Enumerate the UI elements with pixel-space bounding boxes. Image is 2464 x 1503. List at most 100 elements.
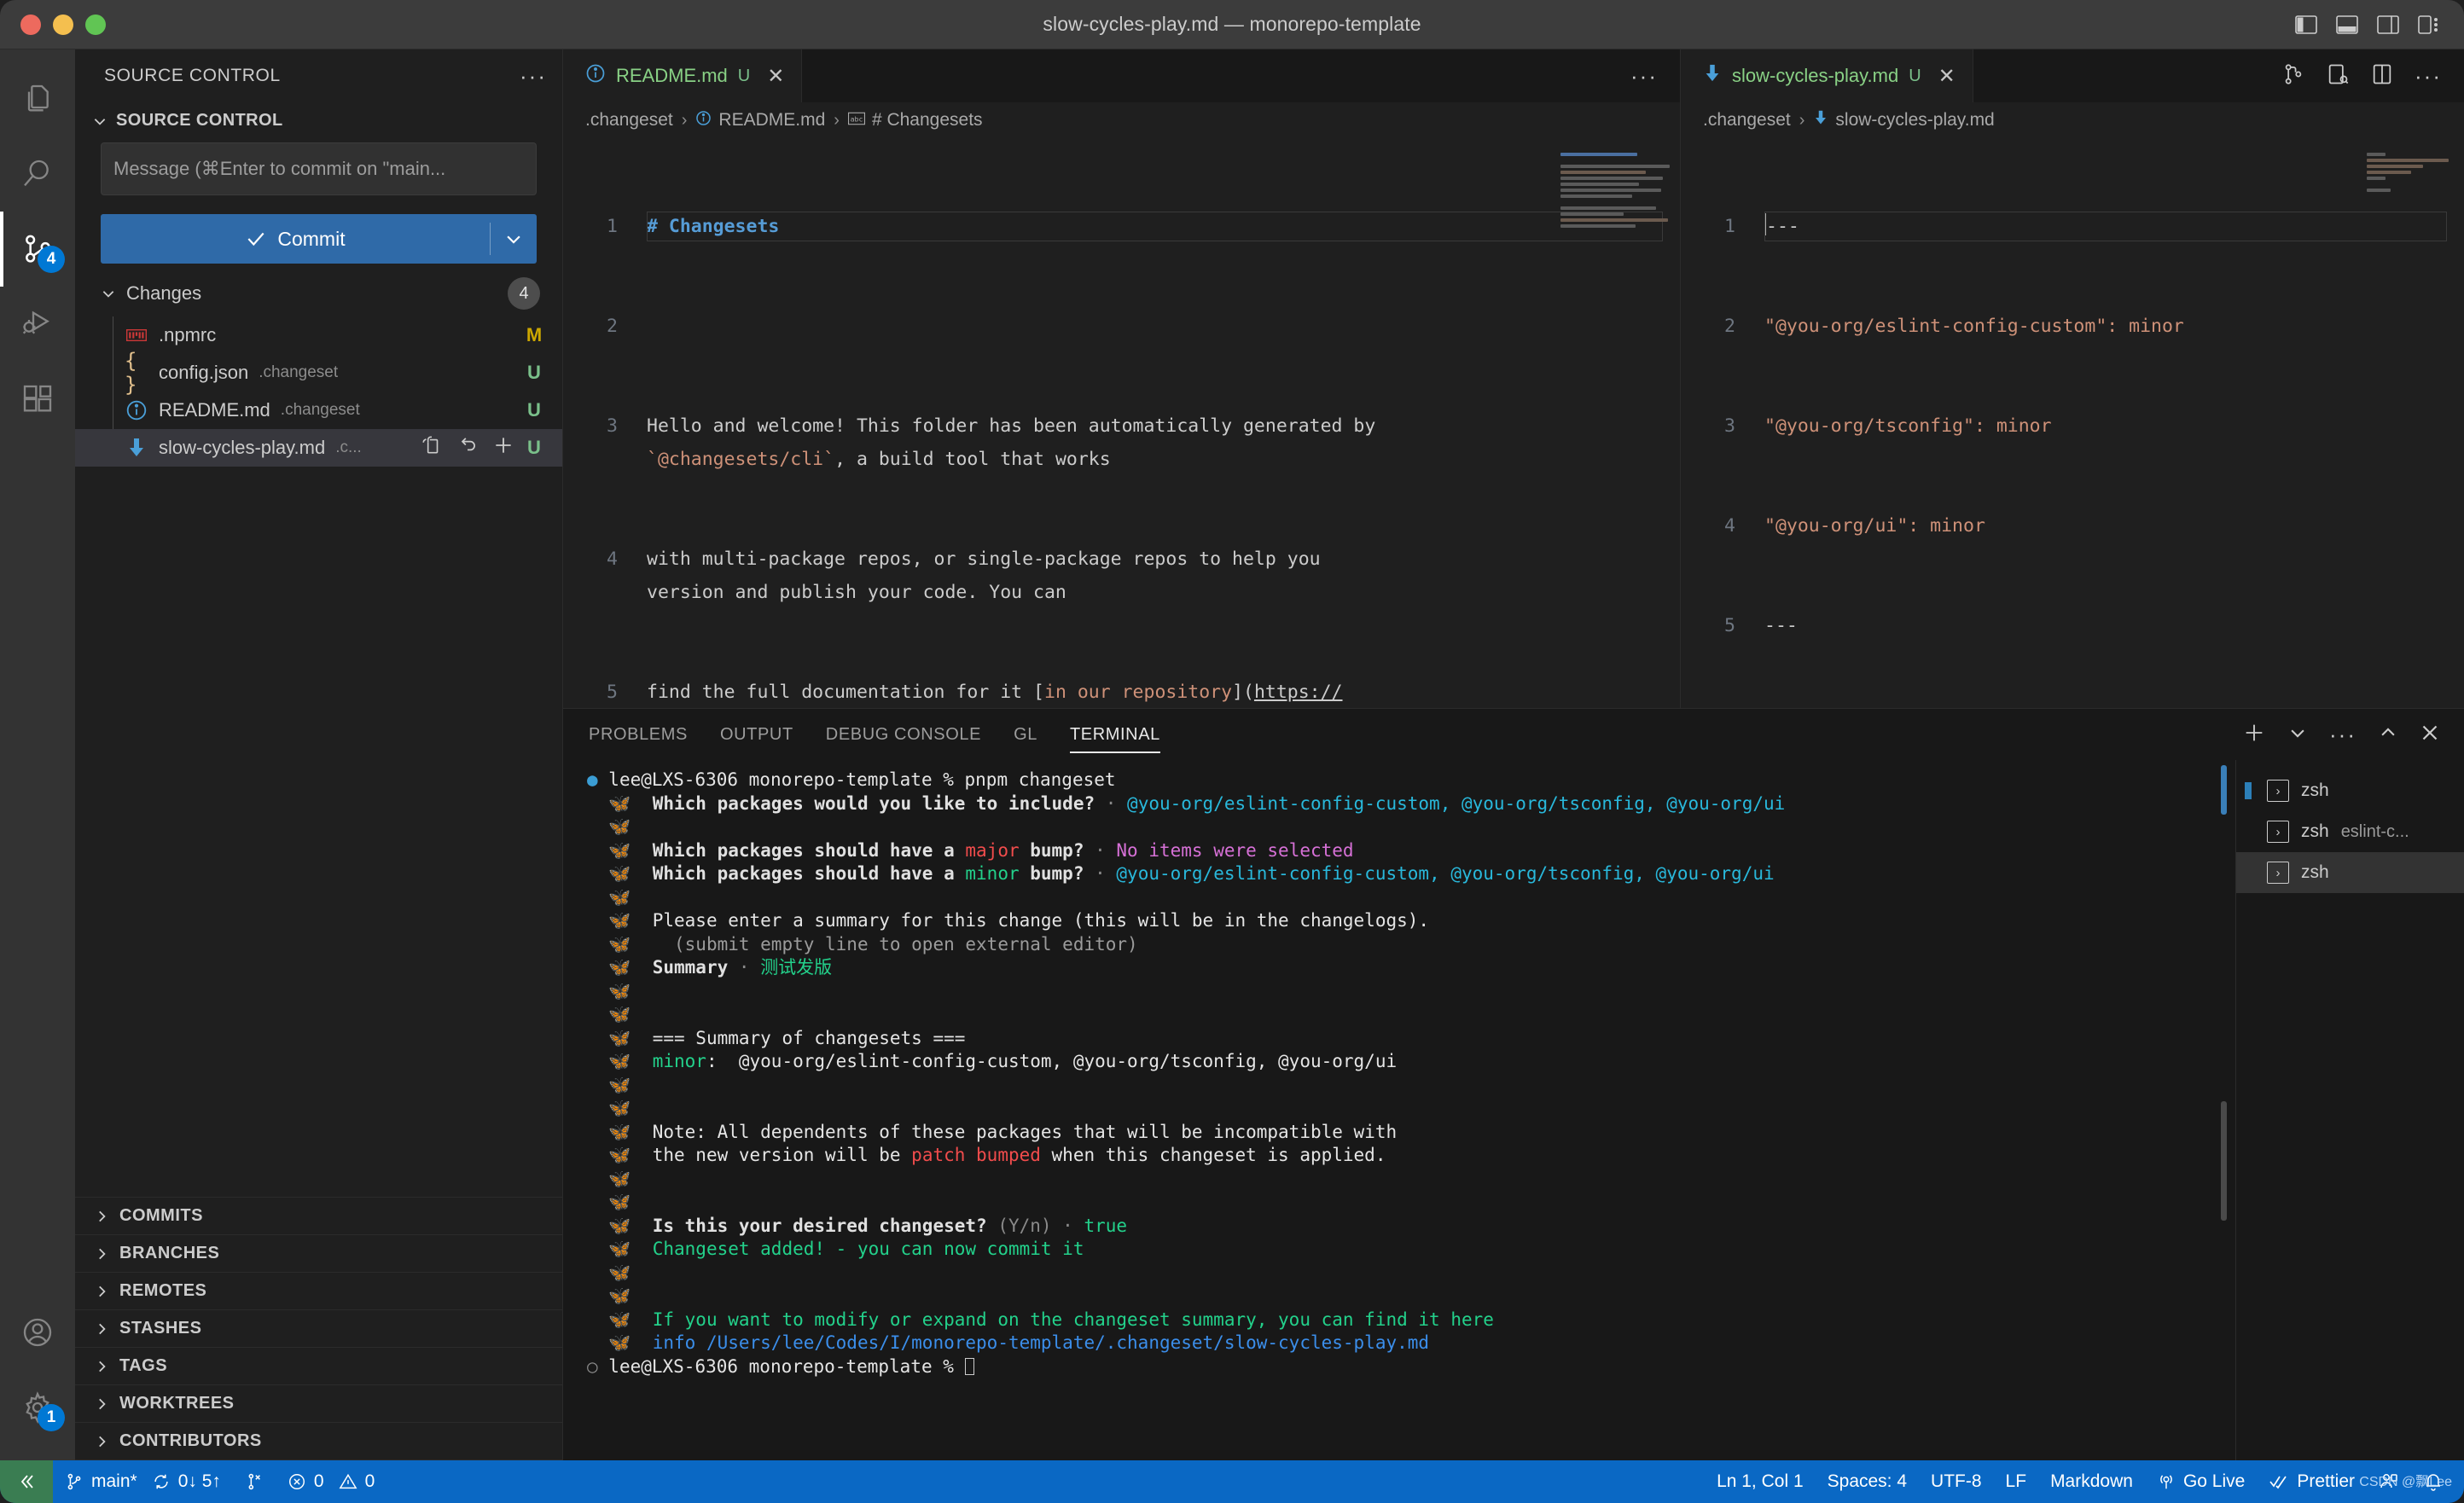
- list-item[interactable]: slow-cycles-play.md .c... U: [75, 429, 562, 467]
- terminal-text: Summary: [652, 957, 729, 978]
- split-editor-right-icon[interactable]: [2370, 62, 2394, 90]
- terminal-tab-item[interactable]: › zsh eslint-c...: [2236, 811, 2464, 852]
- close-icon[interactable]: ✕: [767, 64, 784, 89]
- status-encoding[interactable]: UTF-8: [1919, 1471, 1994, 1492]
- list-item[interactable]: { } config.json .changeset U: [75, 349, 562, 397]
- sidebar-item-worktrees[interactable]: WORKTREES: [75, 1385, 562, 1423]
- status-notifications[interactable]: CSDN @飘Lee: [2359, 1471, 2455, 1492]
- status-language-mode[interactable]: Markdown: [2038, 1471, 2145, 1492]
- more-actions-icon[interactable]: ···: [2415, 65, 2442, 87]
- editor-content-readme[interactable]: 1 # Changesets 2 3 Hello and welcome! This…: [563, 138, 1680, 708]
- toggle-panel-icon[interactable]: [2336, 15, 2358, 34]
- status-indentation[interactable]: Spaces: 4: [1816, 1471, 1919, 1492]
- terminal-tab-item[interactable]: › zsh: [2236, 770, 2464, 811]
- customize-layout-icon[interactable]: [2418, 15, 2440, 34]
- terminal-scrollbar[interactable]: [2221, 765, 2227, 815]
- breadcrumb-item[interactable]: slow-cycles-play.md: [1813, 109, 1995, 131]
- tab-terminal[interactable]: TERMINAL: [1069, 709, 1160, 760]
- terminal-line: 🦋: [587, 1191, 2235, 1215]
- tab-output[interactable]: OUTPUT: [720, 709, 793, 760]
- tab-slow-cycles-play-md[interactable]: slow-cycles-play.md U ✕: [1681, 49, 1973, 102]
- sidebar-more-actions-icon[interactable]: ···: [520, 65, 547, 87]
- main-area: README.md U ✕ ··· .changeset › README.md…: [563, 49, 2464, 1460]
- sidebar-item-source-control[interactable]: 4: [0, 212, 75, 287]
- discard-changes-icon[interactable]: [456, 434, 479, 461]
- terminal-scrollbar-thumb[interactable]: [2221, 1101, 2227, 1221]
- new-terminal-icon[interactable]: [2242, 721, 2266, 749]
- sidebar-item-branches[interactable]: BRANCHES: [75, 1235, 562, 1273]
- commit-button[interactable]: Commit: [101, 214, 490, 264]
- open-changes-icon[interactable]: [421, 434, 443, 461]
- terminal-text: 🦋: [587, 839, 653, 861]
- sidebar-item-tags[interactable]: TAGS: [75, 1348, 562, 1385]
- git-branch-icon: [67, 1473, 81, 1490]
- breadcrumb-item[interactable]: .changeset: [1703, 110, 1791, 131]
- terminal-tab-sublabel: eslint-c...: [2340, 821, 2409, 841]
- breadcrumb-item[interactable]: .changeset: [585, 110, 673, 131]
- terminal-tab-label: zsh: [2301, 781, 2329, 800]
- terminal-text: No items were selected: [1116, 839, 1354, 861]
- list-item[interactable]: README.md .changeset U: [75, 392, 562, 429]
- status-cursor-position[interactable]: Ln 1, Col 1: [1705, 1471, 1816, 1492]
- split-editor-icon[interactable]: [2281, 62, 2305, 90]
- accordion-label: WORKTREES: [119, 1394, 235, 1413]
- sidebar-item-contributors[interactable]: CONTRIBUTORS: [75, 1423, 562, 1460]
- sidebar-item-run-and-debug[interactable]: [0, 287, 75, 362]
- sidebar-item-search[interactable]: [0, 136, 75, 212]
- zoom-window-button[interactable]: [85, 14, 106, 35]
- eol-label: LF: [2005, 1471, 2027, 1491]
- sidebar-item-remotes[interactable]: REMOTES: [75, 1273, 562, 1310]
- status-branch[interactable]: main* 0↓ 5↑: [53, 1460, 233, 1503]
- remote-window-button[interactable]: [0, 1460, 53, 1503]
- tab-debug-console[interactable]: DEBUG CONSOLE: [826, 709, 981, 760]
- sidebar-item-extensions[interactable]: [0, 362, 75, 437]
- breadcrumb: .changeset › README.md › abc # Changeset…: [563, 102, 1680, 138]
- code-line: 1 ---: [1681, 210, 2464, 243]
- status-problems[interactable]: 0 0: [276, 1460, 386, 1503]
- breadcrumb-item[interactable]: README.md: [695, 110, 825, 131]
- more-actions-icon[interactable]: ···: [2329, 723, 2356, 746]
- commit-message-input[interactable]: [101, 142, 537, 195]
- minimap[interactable]: [1552, 145, 1680, 708]
- minimize-window-button[interactable]: [53, 14, 73, 35]
- tab-readme-md[interactable]: README.md U ✕: [563, 49, 803, 102]
- sidebar-item-explorer[interactable]: [0, 61, 75, 136]
- sidebar-item-stashes[interactable]: STASHES: [75, 1310, 562, 1348]
- minimap[interactable]: [2358, 145, 2461, 708]
- changes-header[interactable]: Changes 4: [75, 264, 562, 316]
- editor-content-slow-cycles-play[interactable]: 1 --- 2 "@you-org/eslint-config-custom": m…: [1681, 138, 2464, 708]
- breadcrumb-label: .changeset: [1703, 110, 1791, 130]
- file-directory: .c...: [335, 438, 362, 456]
- language-label: Markdown: [2050, 1471, 2133, 1491]
- status-git-compare[interactable]: [233, 1460, 276, 1503]
- breadcrumb-label: README.md: [718, 110, 826, 130]
- status-bar-right: Ln 1, Col 1 Spaces: 4 UTF-8 LF Markdown …: [1705, 1471, 2464, 1492]
- terminal-text: Which packages should have a: [652, 839, 966, 861]
- open-changes-icon[interactable]: [2326, 62, 2350, 90]
- status-go-live[interactable]: Go Live: [2145, 1471, 2257, 1492]
- tab-problems[interactable]: PROBLEMS: [589, 709, 688, 760]
- terminal-output[interactable]: ● lee@LXS-6306 monorepo-template % pnpm …: [563, 760, 2235, 1460]
- breadcrumb-label: .changeset: [585, 110, 673, 130]
- status-eol[interactable]: LF: [1994, 1471, 2039, 1492]
- toggle-primary-sidebar-icon[interactable]: [2295, 15, 2317, 34]
- sidebar-item-commits[interactable]: COMMITS: [75, 1198, 562, 1235]
- more-actions-icon[interactable]: ···: [1630, 65, 1658, 87]
- tab-gl[interactable]: GL: [1014, 709, 1037, 760]
- status-prettier[interactable]: Prettier: [2257, 1471, 2367, 1492]
- commit-dropdown-button[interactable]: [491, 214, 537, 264]
- breadcrumb-item[interactable]: abc # Changesets: [847, 110, 983, 131]
- chevron-up-icon[interactable]: [2379, 723, 2397, 746]
- accounts-button[interactable]: [0, 1295, 75, 1370]
- terminal-tab-item[interactable]: › zsh: [2236, 852, 2464, 893]
- git-compare-icon: [248, 1473, 260, 1490]
- manage-settings-button[interactable]: 1: [0, 1370, 75, 1445]
- stage-changes-icon[interactable]: [492, 434, 514, 461]
- close-window-button[interactable]: [20, 14, 41, 35]
- tab-label: DEBUG CONSOLE: [825, 724, 982, 744]
- close-icon[interactable]: [2420, 722, 2440, 747]
- toggle-secondary-sidebar-icon[interactable]: [2377, 15, 2399, 34]
- close-icon[interactable]: ✕: [1938, 64, 1956, 89]
- scm-section-header[interactable]: SOURCE CONTROL: [75, 102, 562, 136]
- chevron-down-icon[interactable]: [2288, 723, 2307, 746]
